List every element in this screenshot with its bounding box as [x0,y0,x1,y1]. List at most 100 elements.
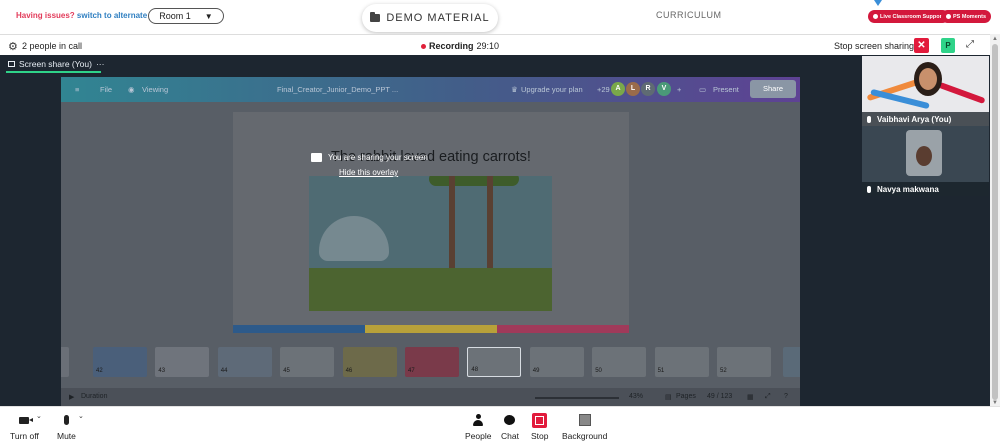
stop-label: Stop [531,431,549,441]
slide-canvas: The rabbit loved eating carrots! [233,112,629,333]
mic-options-chevron-icon[interactable]: ⌄ [78,412,84,420]
bottom-control-bar: Turn off ⌄ Mute ⌄ People Chat Stop Backg… [0,406,1000,448]
eye-icon: ◉ [128,85,135,94]
slide-thumbnail [61,347,69,377]
slide-thumbnail: 49 [529,347,584,377]
room-select[interactable]: Room 1 ▼ [148,8,224,24]
canva-share-label: Share [762,84,783,93]
people-label: People [465,431,492,441]
page-value: 49 / 123 [707,393,733,400]
canva-viewing-label: Viewing [142,85,169,94]
demo-material-button[interactable]: DEMO MATERIAL [362,4,498,32]
live-support-label: Live Classroom Support [880,13,944,20]
hide-overlay-link[interactable]: Hide this overlay [339,168,398,177]
grid-view-icon: ▦ [747,394,754,401]
slide-thumbnail-number: 52 [720,368,727,374]
camera-options-chevron-icon[interactable]: ⌄ [36,412,42,420]
cloud-shape [319,216,389,261]
curriculum-tab[interactable]: CURRICULUM [656,10,722,20]
issues-notice: Having issues? switch to alternate room [16,11,169,20]
dropdown-caret-icon: ▼ [204,11,213,21]
turn-off-camera-button[interactable]: Turn off [10,413,39,441]
chat-label: Chat [501,431,519,441]
scrollbar-thumb[interactable] [992,44,998,400]
share-screen-icon [311,153,322,162]
participant-tile-self[interactable]: Vaibhavi Arya (You) [862,56,989,126]
slide-thumbnail: 47 [405,347,459,377]
mute-button[interactable]: Mute [57,413,76,441]
issues-label: Having issues? [16,11,75,20]
slide-thumbnail-number: 51 [657,368,665,374]
canva-collaborator-count: +29 [597,85,610,94]
slide-color-bar [365,325,497,333]
participant-name-bar: Navya makwana [862,182,989,196]
chat-button[interactable]: Chat [501,413,519,441]
canva-avatar: V [657,82,671,96]
slide-thumbnail-number: 48 [471,367,479,373]
call-bar: ⚙ 2 people in call Recording 29:10 Stop … [0,34,990,55]
monitor-icon [8,61,15,67]
slide-illustration [309,176,552,311]
canva-file-label: File [100,85,113,94]
canva-bottom-bar: ▶ Duration 43% ▤ Pages 49 / 123 ▦ ⤢ ? [61,388,800,406]
canva-avatar: R [641,82,655,96]
slide-thumbnail-number: 50 [595,368,602,374]
slide-thumbnail-strip: 42 43 44 45 46 47 48 49 50 51 52 [61,344,800,384]
room-select-value: Room 1 [159,11,191,21]
participant-tile[interactable]: Navya makwana [862,126,989,196]
screen-share-tab[interactable]: Screen share (You) ··· [8,59,104,69]
background-button[interactable]: Background [562,413,607,441]
scroll-up-icon[interactable]: ▲ [992,36,998,42]
people-button[interactable]: People [465,413,491,441]
stop-share-icon [532,412,548,428]
ps-moments-button[interactable]: PS Moments [941,10,992,23]
microphone-icon [63,415,69,425]
participant-name: Vaibhavi Arya (You) [877,114,952,124]
stop-sharing-close-button[interactable]: ✕ [914,38,929,53]
sharing-overlay: You are sharing your screen [311,153,428,162]
camera-icon [19,416,34,424]
more-options-icon[interactable]: ··· [96,59,105,69]
zoom-slider [535,397,619,399]
menu-icon: ≡ [75,85,80,94]
screen-share-tab-label: Screen share (You) [19,59,92,69]
participant-badge[interactable]: P [941,38,955,53]
slide-thumbnail: 51 [654,347,709,377]
shared-screen: ≡ File ◉ Viewing Final_Creator_Junior_De… [61,77,800,406]
slide-thumbnail-number: 42 [96,368,103,374]
live-support-button[interactable]: Live Classroom Support [868,10,949,23]
canva-present-label: Present [713,85,739,94]
tree-foliage [429,176,519,186]
background-label: Background [562,431,608,441]
participant-name: Navya makwana [877,184,939,194]
turn-off-label: Turn off [10,431,39,441]
stop-share-button[interactable]: Stop [531,412,549,441]
slide-thumbnail: 43 [155,347,210,377]
top-bar: Having issues? switch to alternate room … [0,0,1000,34]
help-icon: ? [784,393,788,400]
expand-icon[interactable]: ⤢ [966,39,974,50]
slide-thumbnail-number: 43 [158,368,166,374]
slide-thumbnail: 45 [280,347,335,377]
people-count: 2 people in call [22,41,83,51]
canva-toolbar [61,77,800,102]
canva-avatar: A [611,82,625,96]
recording-indicator: Recording 29:10 [421,41,499,51]
gear-icon[interactable]: ⚙ [8,40,18,53]
folder-icon [370,12,381,22]
slide-thumbnail: 42 [93,347,147,377]
slide-thumbnail: 50 [592,347,647,377]
demo-material-label: DEMO MATERIAL [386,12,490,24]
background-swirl [938,81,986,105]
slide-title: The rabbit loved eating carrots! [331,149,531,165]
mute-label: Mute [57,431,76,441]
slide-thumbnail: 48 [467,347,522,377]
moments-icon [946,14,951,19]
sharing-overlay-message: You are sharing your screen [328,153,428,162]
slide-thumbnail-number: 47 [408,368,415,374]
fullscreen-icon: ⤢ [765,393,771,400]
active-tab-indicator [6,71,101,73]
slide-thumbnail-number: 44 [220,368,228,374]
recording-dot-icon [421,43,426,49]
recording-label: Recording [429,41,474,51]
